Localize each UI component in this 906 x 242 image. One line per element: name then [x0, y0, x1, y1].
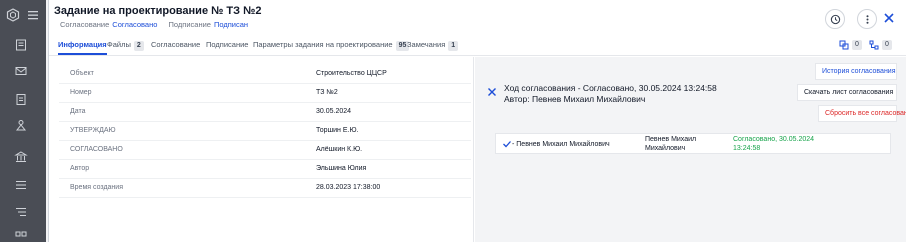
tab-parameters[interactable]: Параметры задания на проектирование 95: [253, 40, 410, 55]
row-value: ТЗ №2: [316, 89, 338, 96]
document-panel: Задание на проектирование № ТЗ №2 Соглас…: [48, 0, 906, 242]
tab-info[interactable]: Информация: [58, 40, 107, 55]
row-key: Номер: [70, 89, 92, 96]
row-key: Объект: [70, 70, 94, 77]
table-row: Номер ТЗ №2: [59, 84, 471, 103]
tree-icon: [869, 40, 879, 50]
tab-approval-label: Согласование: [151, 40, 201, 49]
table-row: Время создания 28.03.2023 17:38:00: [59, 179, 471, 198]
table-row: УТВЕРЖДАЮ Торшин Е.Ю.: [59, 122, 471, 141]
more-options-button[interactable]: [857, 9, 877, 29]
links-count: 0: [852, 40, 862, 50]
table-row: Объект Строительство ЦЦСР: [59, 65, 471, 84]
approver-name: - Певнев Михаил Михайлович: [512, 141, 610, 148]
list-icon[interactable]: [14, 178, 28, 192]
vertical-dots-icon: [865, 14, 869, 24]
info-table: Объект Строительство ЦЦСР Номер ТЗ №2 Дата…: [49, 57, 474, 242]
download-button-label: Скачать лист согласования: [804, 89, 894, 96]
approval-row: - Певнев Михаил Михайлович Певнев Михаил…: [495, 133, 891, 154]
row-key: УТВЕРЖДАЮ: [70, 127, 116, 134]
tab-remarks[interactable]: Замечания 1: [407, 40, 459, 55]
app-sidebar: [0, 0, 46, 242]
status-label-signing: Подписание: [168, 20, 211, 29]
tree-count: 0: [882, 40, 892, 50]
approval-pane: Ход согласования - Согласовано, 30.05.20…: [475, 57, 906, 242]
approval-title: Ход согласования - Согласовано, 30.05.20…: [504, 83, 717, 93]
tab-files-badge: 2: [133, 41, 144, 51]
approval-status: Согласовано, 30.05.2024 13:24:58: [733, 136, 815, 152]
sidebar-header: [0, 6, 46, 28]
close-approval-icon[interactable]: [487, 87, 497, 97]
row-value: Эльшина Юлия: [316, 165, 367, 172]
row-value: 30.05.2024: [316, 108, 352, 115]
mail-icon[interactable]: [14, 64, 28, 78]
hamburger-menu-icon[interactable]: [27, 9, 39, 21]
grid-icon[interactable]: [14, 230, 28, 242]
table-row: Дата 30.05.2024: [59, 103, 471, 122]
status-label-approval: Согласование: [60, 20, 110, 29]
tab-files-label: Файлы: [107, 40, 131, 49]
clipboard-icon[interactable]: [14, 92, 28, 106]
person-icon[interactable]: [14, 118, 28, 132]
tab-signing-label: Подписание: [206, 40, 249, 49]
links-counter[interactable]: 0: [839, 40, 862, 50]
tab-remarks-label: Замечания: [407, 40, 446, 49]
history-clock-icon: [830, 14, 840, 24]
link-icon: [839, 40, 849, 50]
tab-signing[interactable]: Подписание: [206, 40, 248, 55]
status-value-signing: Подписан: [213, 20, 249, 29]
status-line: Согласование Согласовано Подписание Подпис…: [60, 20, 257, 29]
building-icon[interactable]: [14, 150, 28, 164]
hexagon-logo-icon[interactable]: [6, 8, 20, 22]
history-button[interactable]: [825, 9, 845, 29]
tab-info-label: Информация: [58, 40, 107, 49]
approval-history-button[interactable]: История согласования: [815, 63, 897, 80]
document-list-icon[interactable]: [14, 38, 28, 52]
row-value: Алёшкин К.Ю.: [316, 146, 363, 153]
tab-bar: Информация Файлы 2 Согласование Подписани…: [49, 38, 906, 56]
row-value: Строительство ЦЦСР: [316, 70, 387, 77]
tab-parameters-label: Параметры задания на проектирование: [253, 40, 393, 49]
download-approval-sheet-button[interactable]: Скачать лист согласования: [797, 84, 897, 101]
checkmark-icon: [503, 141, 511, 148]
tree-counter[interactable]: 0: [869, 40, 892, 50]
row-value: 28.03.2023 17:38:00: [316, 184, 381, 191]
status-value-approval: Согласовано: [112, 20, 158, 29]
row-key: СОГЛАСОВАНО: [70, 146, 123, 153]
row-value: Торшин Е.Ю.: [316, 127, 359, 134]
approval-author: Автор: Певнев Михаил Михайлович: [504, 94, 646, 104]
row-key: Дата: [70, 108, 86, 115]
reset-approvals-button[interactable]: Сбросить все согласования: [818, 105, 906, 122]
close-icon[interactable]: [882, 11, 896, 25]
tab-approval[interactable]: Согласование: [151, 40, 200, 55]
table-row: Автор Эльшина Юлия: [59, 160, 471, 179]
page-title: Задание на проектирование № ТЗ №2: [54, 5, 262, 17]
filter-list-icon[interactable]: [14, 205, 28, 219]
tab-files[interactable]: Файлы 2: [107, 40, 144, 55]
table-row: СОГЛАСОВАНО Алёшкин К.Ю.: [59, 141, 471, 160]
approver-fullname: Певнев Михаил Михайлович: [645, 136, 697, 152]
tab-remarks-badge: 1: [448, 41, 459, 51]
row-key: Время создания: [70, 184, 123, 191]
row-key: Автор: [70, 165, 90, 172]
